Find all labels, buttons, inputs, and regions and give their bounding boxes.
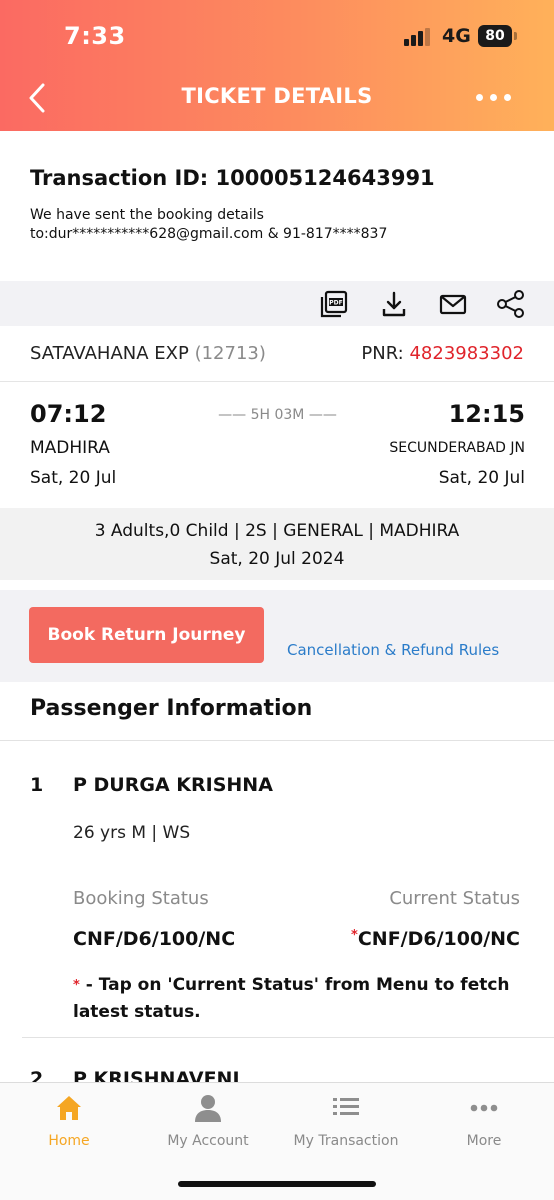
status-time: 7:33	[64, 22, 126, 50]
passenger-name: P DURGA KRISHNA	[73, 774, 273, 796]
tab-my-account[interactable]: My Account	[139, 1093, 277, 1157]
train-number: (12713)	[194, 343, 266, 364]
summary-line-1: 3 Adults,0 Child | 2S | GENERAL | MADHIR…	[94, 521, 460, 541]
train-name-text: SATAVAHANA EXP	[30, 343, 189, 364]
journey-times: 07:12 —— 5H 03M —— 12:15 MADHIRA SECUNDE…	[30, 400, 525, 500]
transaction-id: Transaction ID: 100005124643991	[30, 166, 435, 190]
home-indicator	[178, 1181, 376, 1187]
tab-label: More	[466, 1133, 502, 1149]
download-icon	[382, 291, 406, 317]
battery-icon: 80	[478, 25, 512, 47]
sent-line-1: We have sent the booking details	[30, 207, 264, 223]
arrival-time: 12:15	[448, 400, 525, 428]
asterisk-mark: *	[73, 978, 80, 993]
passenger-name: P KRISHNAVENI	[73, 1068, 240, 1082]
transaction-block: Transaction ID: 100005124643991 We have …	[30, 166, 530, 244]
passenger-divider	[22, 1037, 554, 1038]
departure-date: Sat, 20 Jul	[30, 468, 117, 488]
train-info-row: SATAVAHANA EXP (12713) PNR: 4823983302	[0, 326, 554, 382]
train-name: SATAVAHANA EXP (12713)	[30, 343, 266, 364]
pnr-number: 4823983302	[409, 343, 524, 364]
more-horizontal-icon	[470, 1104, 498, 1112]
cancellation-refund-link[interactable]: Cancellation & Refund Rules	[287, 641, 499, 659]
tab-label: Home	[48, 1133, 90, 1149]
mail-icon	[439, 294, 467, 315]
ticket-actions-bar: PDF	[0, 281, 554, 326]
pnr: PNR: 4823983302	[361, 343, 524, 364]
more-options-button[interactable]	[470, 84, 520, 112]
to-station: SECUNDERABAD JN	[389, 440, 525, 456]
summary-line-2: Sat, 20 Jul 2024	[209, 549, 345, 569]
tab-label: My Transaction	[293, 1133, 399, 1149]
booking-status-label: Booking Status	[73, 888, 209, 909]
pnr-label: PNR:	[361, 343, 404, 364]
app-header: 7:33 4G 80 TICKET DETAILS	[0, 0, 554, 131]
current-status-note: * - Tap on 'Current Status' from Menu to…	[73, 972, 533, 1026]
arrival-date: Sat, 20 Jul	[438, 468, 525, 488]
book-return-journey-button[interactable]: Book Return Journey	[29, 607, 264, 663]
pdf-icon: PDF	[320, 290, 348, 318]
passenger-number: 2	[30, 1068, 44, 1082]
signal-icon	[404, 28, 434, 46]
action-buttons-row: Book Return Journey Cancellation & Refun…	[0, 590, 554, 682]
share-button[interactable]	[496, 289, 526, 319]
section-gap	[0, 580, 554, 590]
sent-line-2: to:dur***********628@gmail.com & 91-817*…	[30, 226, 388, 242]
svg-text:PDF: PDF	[329, 300, 342, 307]
booking-summary: 3 Adults,0 Child | 2S | GENERAL | MADHIR…	[0, 508, 554, 580]
email-button[interactable]	[438, 289, 468, 319]
user-icon	[195, 1095, 221, 1122]
share-icon	[497, 290, 524, 318]
divider	[0, 740, 554, 741]
status-bar: 7:33 4G 80	[0, 0, 554, 72]
current-status-label: Current Status	[389, 888, 520, 909]
note-text: - Tap on 'Current Status' from Menu to f…	[73, 975, 510, 1022]
download-button[interactable]	[379, 289, 409, 319]
asterisk-mark: *	[351, 928, 358, 943]
passenger-details: 26 yrs M | WS	[73, 823, 191, 843]
current-status-text: CNF/D6/100/NC	[357, 928, 520, 950]
list-icon	[333, 1098, 359, 1115]
tab-label: My Account	[167, 1133, 249, 1149]
tab-my-transaction[interactable]: My Transaction	[277, 1093, 415, 1157]
current-status-value: *CNF/D6/100/NC	[351, 928, 520, 950]
passenger-row-2: 2 P KRISHNAVENI	[30, 1068, 430, 1082]
booking-status-value: CNF/D6/100/NC	[73, 928, 236, 950]
booking-sent-info: We have sent the booking details to:dur*…	[30, 206, 530, 244]
from-station: MADHIRA	[30, 438, 110, 458]
pdf-button[interactable]: PDF	[319, 289, 349, 319]
home-icon	[57, 1096, 81, 1120]
tab-home[interactable]: Home	[0, 1093, 138, 1157]
network-label: 4G	[442, 25, 471, 47]
passenger-info-title: Passenger Information	[30, 696, 313, 721]
battery-tip	[514, 32, 517, 40]
tab-more[interactable]: More	[415, 1093, 553, 1157]
passenger-number: 1	[30, 774, 44, 796]
